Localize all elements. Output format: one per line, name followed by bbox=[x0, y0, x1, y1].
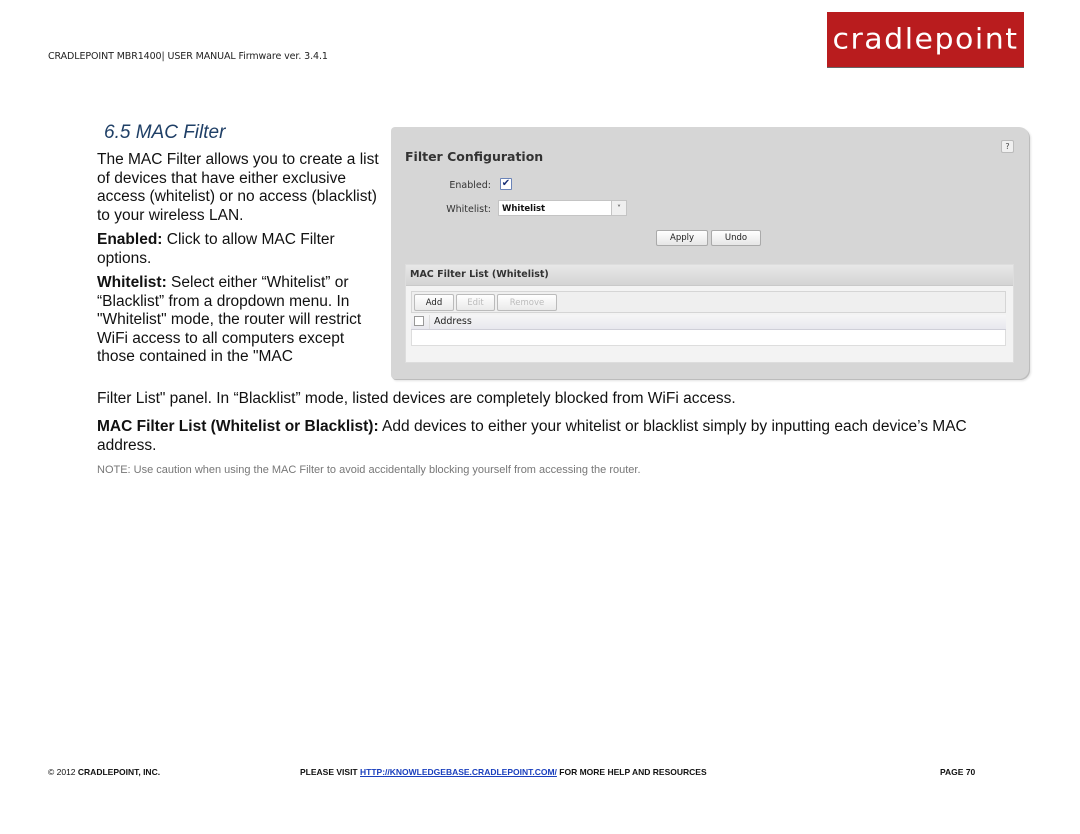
undo-button[interactable]: Undo bbox=[711, 230, 761, 246]
whitelist-desc-continued: Filter List" panel. In “Blacklist” mode,… bbox=[97, 390, 736, 407]
list-term: MAC Filter List (Whitelist or Blacklist)… bbox=[97, 418, 379, 435]
body-text-column: The MAC Filter allows you to create a li… bbox=[97, 151, 382, 373]
cradlepoint-logo: cradlepoint bbox=[827, 12, 1024, 67]
company-name: CRADLEPOINT, INC. bbox=[77, 767, 161, 777]
intro-paragraph: The MAC Filter allows you to create a li… bbox=[97, 151, 379, 224]
visit-prefix: PLEASE VISIT bbox=[300, 767, 360, 777]
mac-filter-list-title: MAC Filter List (Whitelist) bbox=[406, 265, 1013, 286]
enabled-label: Enabled: bbox=[449, 180, 491, 191]
mac-filter-list-panel: MAC Filter List (Whitelist) Add Edit Rem… bbox=[405, 264, 1014, 363]
help-icon[interactable]: ? bbox=[1001, 140, 1014, 153]
mac-filter-list-paragraph: MAC Filter List (Whitelist or Blacklist)… bbox=[97, 417, 1017, 455]
logo-text: cradlepoint bbox=[832, 22, 1019, 57]
whitelist-select[interactable]: Whitelist bbox=[498, 200, 627, 216]
whitelist-paragraph: Whitelist: Select either “Whitelist” or … bbox=[97, 274, 382, 367]
page-number: PAGE 70 bbox=[940, 767, 976, 777]
column-address[interactable]: Address bbox=[429, 315, 472, 329]
whitelist-term: Whitelist: bbox=[97, 274, 167, 291]
caution-note: NOTE: Use caution when using the MAC Fil… bbox=[97, 464, 641, 476]
knowledgebase-link[interactable]: HTTP://KNOWLEDGEBASE.CRADLEPOINT.COM/ bbox=[360, 767, 557, 777]
enabled-paragraph: Enabled: Click to allow MAC Filter optio… bbox=[97, 231, 382, 268]
enabled-term: Enabled: bbox=[97, 231, 163, 248]
section-title: 6.5 MAC Filter bbox=[104, 122, 226, 143]
filter-configuration-screenshot: Filter Configuration ? Enabled: ✔ Whitel… bbox=[391, 127, 1029, 379]
list-body-empty bbox=[411, 330, 1006, 346]
footer-copyright: © 2012 CRADLEPOINT, INC. bbox=[48, 767, 160, 777]
edit-button[interactable]: Edit bbox=[456, 294, 495, 311]
add-button[interactable]: Add bbox=[414, 294, 454, 311]
list-header-row: Address bbox=[411, 315, 1006, 330]
whitelist-label: Whitelist: bbox=[446, 204, 491, 215]
remove-button[interactable]: Remove bbox=[497, 294, 557, 311]
footer-visit: PLEASE VISIT HTTP://KNOWLEDGEBASE.CRADLE… bbox=[300, 767, 707, 777]
select-all-checkbox[interactable] bbox=[414, 316, 424, 326]
visit-suffix: FOR MORE HELP AND RESOURCES bbox=[556, 767, 707, 777]
copyright-prefix: © 2012 bbox=[48, 767, 78, 777]
enabled-checkbox[interactable]: ✔ bbox=[500, 178, 512, 190]
filter-configuration-title: Filter Configuration bbox=[405, 149, 544, 164]
apply-button[interactable]: Apply bbox=[656, 230, 708, 246]
chevron-down-icon[interactable]: ˅ bbox=[611, 200, 627, 216]
manual-header-title: CRADLEPOINT MBR1400| USER MANUAL Firmwar… bbox=[48, 51, 328, 62]
list-toolbar: Add Edit Remove bbox=[411, 291, 1006, 313]
